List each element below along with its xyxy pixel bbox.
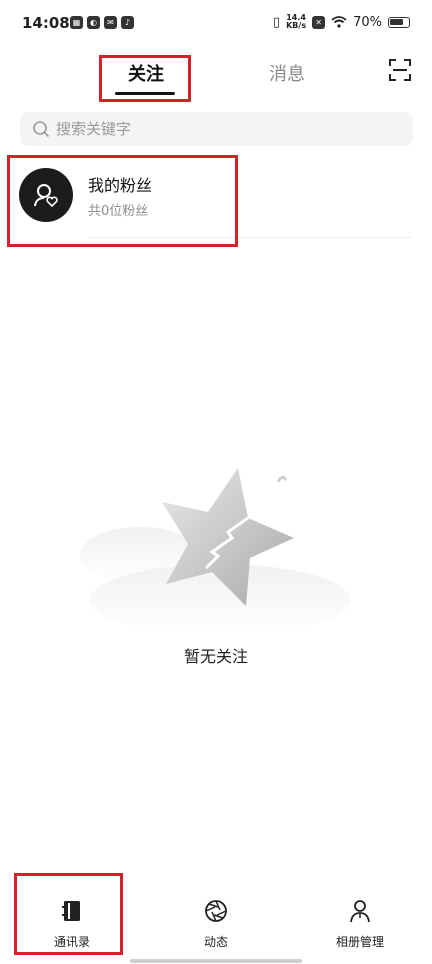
nav-album-manage[interactable]: 相册管理 xyxy=(310,898,410,950)
top-tabs: 关注 消息 xyxy=(0,50,432,100)
notification-icons: ▦ ◐ ✉ ♪ xyxy=(70,16,134,29)
person-icon xyxy=(350,900,370,923)
search-icon xyxy=(33,121,50,138)
vibrate-icon: ▯ xyxy=(272,14,281,30)
net-speed: 14.4 KB/s xyxy=(286,14,306,30)
mail-icon: ✉ xyxy=(104,16,117,29)
empty-state-text: 暂无关注 xyxy=(183,647,248,666)
nav-moments[interactable]: 动态 xyxy=(166,898,266,950)
highlight-box-follow-tab xyxy=(99,55,191,102)
calendar-icon: ▦ xyxy=(70,16,83,29)
status-time: 14:08 xyxy=(22,14,70,32)
empty-star-illustration xyxy=(80,468,350,630)
scan-icon[interactable] xyxy=(388,58,412,82)
battery-percent: 70% xyxy=(353,14,382,30)
search-bar[interactable] xyxy=(20,112,413,146)
wifi-icon xyxy=(331,16,347,28)
tiktok-icon: ♪ xyxy=(121,16,134,29)
status-bar: 14:08 ▦ ◐ ✉ ♪ ▯ 14.4 KB/s ✕ 70% xyxy=(0,0,432,50)
battery-icon xyxy=(388,16,410,28)
highlight-box-fans xyxy=(7,155,238,247)
home-indicator xyxy=(130,959,302,963)
nav-album-label: 相册管理 xyxy=(335,935,384,949)
status-right: ▯ 14.4 KB/s ✕ 70% xyxy=(273,14,410,30)
net-speed-unit: KB/s xyxy=(286,21,307,30)
no-sim-icon: ✕ xyxy=(312,15,326,29)
search-input[interactable] xyxy=(56,120,376,138)
nav-moments-label: 动态 xyxy=(203,935,228,949)
app-icon: ◐ xyxy=(87,16,100,29)
tab-messages[interactable]: 消息 xyxy=(269,60,305,86)
aperture-icon xyxy=(205,900,227,922)
highlight-box-contacts-nav xyxy=(14,873,123,955)
